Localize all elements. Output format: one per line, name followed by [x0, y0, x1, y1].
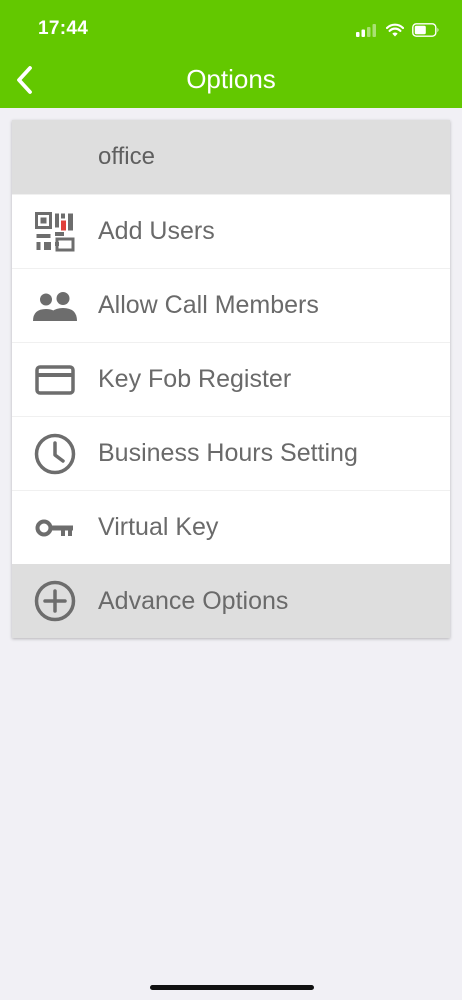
status-time: 17:44 — [38, 18, 89, 39]
add-users-label: Add Users — [98, 217, 215, 245]
virtual-key-label: Virtual Key — [98, 513, 219, 541]
qr-code-icon — [12, 195, 98, 269]
options-card: office Add Users Allow Call Members Key … — [12, 120, 450, 638]
battery-icon — [412, 23, 439, 37]
allow-call-members-item[interactable]: Allow Call Members — [12, 268, 450, 342]
app-header: 17:44 Options — [0, 0, 462, 108]
card-icon — [12, 343, 98, 417]
people-icon — [12, 269, 98, 343]
key-icon — [12, 491, 98, 565]
advance-options-label: Advance Options — [98, 586, 289, 615]
group-name-header: office — [12, 120, 450, 194]
clock-icon — [12, 417, 98, 491]
home-indicator[interactable] — [150, 985, 314, 990]
virtual-key-item[interactable]: Virtual Key — [12, 490, 450, 564]
wifi-icon — [386, 23, 404, 37]
add-users-item[interactable]: Add Users — [12, 194, 450, 268]
allow-call-members-label: Allow Call Members — [98, 291, 319, 319]
status-icons — [356, 20, 440, 40]
group-name: office — [98, 143, 155, 170]
key-fob-register-item[interactable]: Key Fob Register — [12, 342, 450, 416]
signal-icon — [356, 24, 376, 37]
add-circle-icon — [12, 564, 98, 638]
business-hours-setting-label: Business Hours Setting — [98, 439, 358, 467]
advance-options-item[interactable]: Advance Options — [12, 564, 450, 638]
business-hours-setting-item[interactable]: Business Hours Setting — [12, 416, 450, 490]
key-fob-register-label: Key Fob Register — [98, 365, 292, 393]
page-title: Options — [186, 64, 276, 94]
